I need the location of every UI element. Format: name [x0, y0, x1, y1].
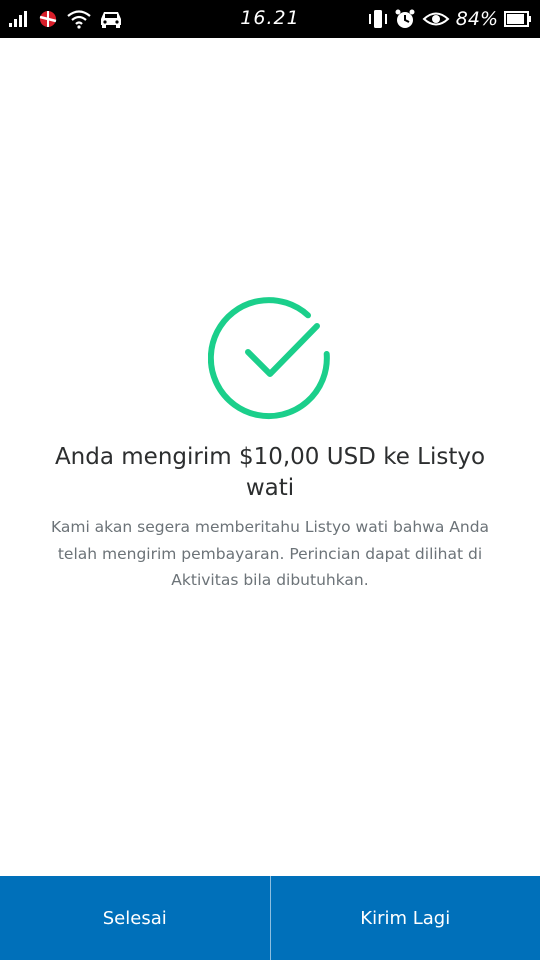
- battery-icon: [504, 10, 532, 28]
- done-button[interactable]: Selesai: [0, 876, 270, 960]
- confirmation-message: Kami akan segera memberitahu Listyo wati…: [50, 518, 490, 589]
- status-bar: 16.21 84%: [0, 0, 540, 38]
- send-again-button[interactable]: Kirim Lagi: [271, 876, 540, 960]
- alarm-icon: [394, 8, 416, 30]
- bottom-action-bar: Selesai Kirim Lagi: [0, 876, 540, 960]
- vibrate-icon: [368, 8, 388, 30]
- confirmation-title: Anda mengirim $10,00 USD ke Listyo wati: [54, 444, 486, 501]
- battery-percent: 84%: [455, 8, 498, 30]
- eye-icon: [422, 10, 450, 28]
- check-circle-icon: [207, 296, 332, 420]
- status-bar-right: 84%: [368, 6, 532, 32]
